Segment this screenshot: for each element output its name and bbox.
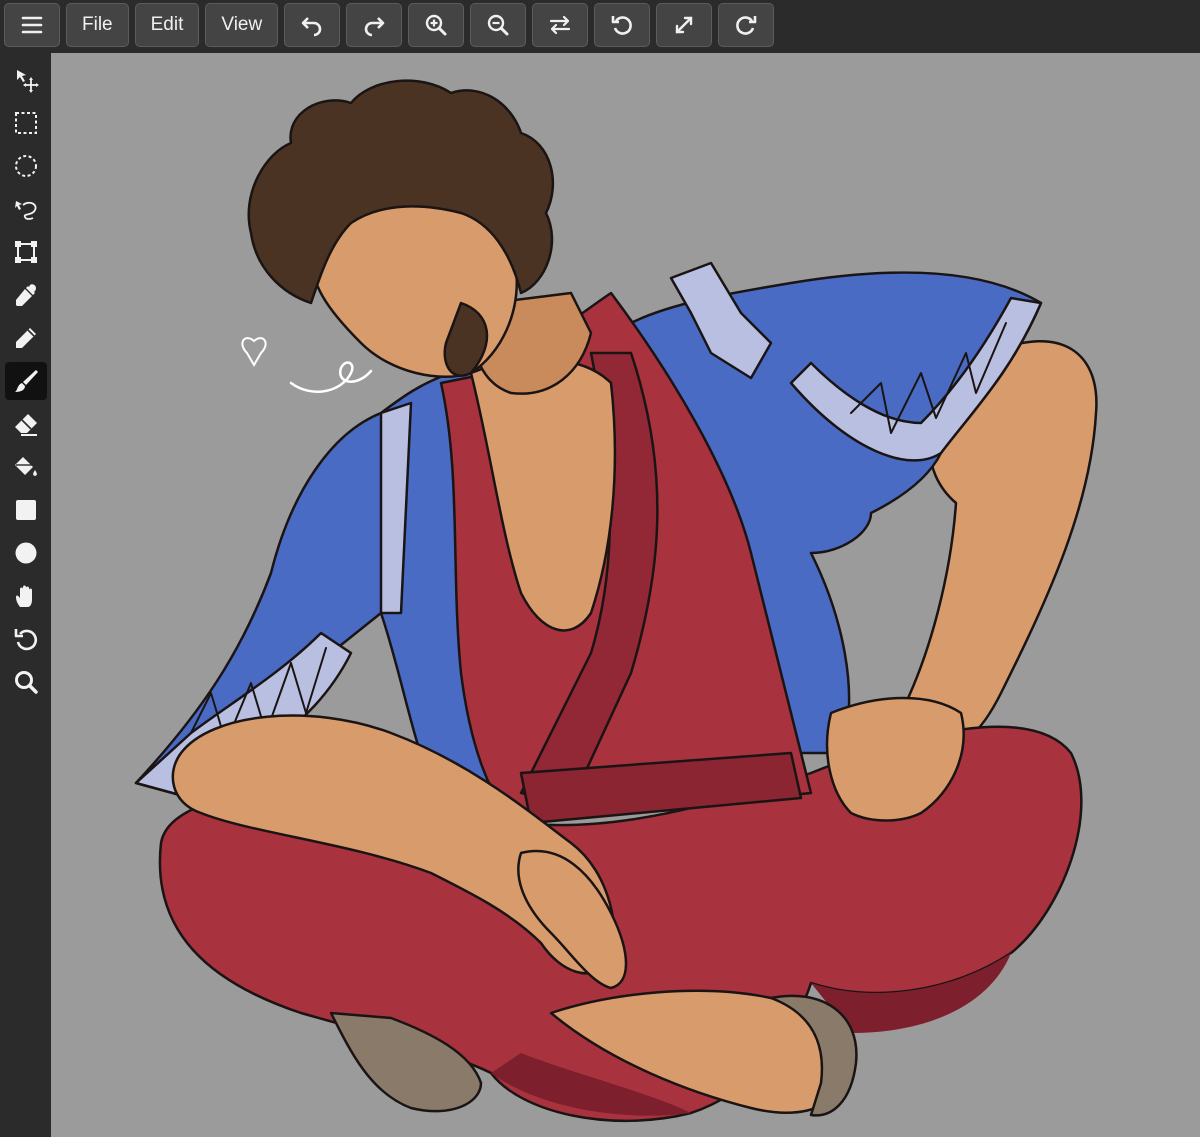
lasso-tool[interactable]: [5, 190, 47, 228]
brush-tool[interactable]: [4, 362, 47, 400]
hand-tool[interactable]: [5, 577, 47, 615]
eyedropper-tool[interactable]: [5, 276, 47, 314]
pencil-tool[interactable]: [5, 319, 47, 357]
rect-select-icon: [14, 112, 37, 134]
transform-tool[interactable]: [5, 233, 47, 271]
move-tool[interactable]: [5, 61, 47, 99]
zoom-tool[interactable]: [5, 663, 47, 701]
edit-menu-button[interactable]: Edit: [134, 3, 200, 47]
lasso-icon: [14, 201, 36, 220]
move-icon: [16, 70, 39, 93]
ellipse-select-icon: [14, 155, 37, 177]
transform-icon: [14, 241, 37, 263]
fit-screen-button[interactable]: [656, 3, 713, 47]
hamburger-menu-icon: [21, 16, 43, 34]
view-menu-button[interactable]: View: [205, 3, 279, 47]
eraser-tool[interactable]: [5, 405, 47, 443]
main-menu-button[interactable]: [4, 3, 60, 47]
ellipse-icon: [15, 542, 36, 564]
flip-horizontal-icon: [550, 15, 571, 35]
eyedropper-icon: [15, 284, 36, 306]
brush-icon: [14, 370, 38, 392]
magnifier-icon: [14, 671, 38, 694]
zoom-in-button[interactable]: [408, 3, 465, 47]
rotate-left-icon: [611, 16, 633, 35]
zoom-in-icon: [426, 14, 447, 36]
artwork-illustration: [134, 79, 1098, 1123]
paint-bucket-tool[interactable]: [5, 448, 47, 486]
rotate-view-icon: [14, 629, 37, 651]
undo-icon: [301, 17, 322, 37]
pencil-icon: [15, 328, 36, 348]
undo-button[interactable]: [284, 3, 341, 47]
ellipse-tool[interactable]: [5, 534, 47, 572]
zoom-out-button[interactable]: [470, 3, 527, 47]
rotate-right-button[interactable]: [718, 3, 775, 47]
hand-icon: [15, 585, 32, 607]
rectangle-icon: [15, 500, 36, 520]
flip-horizontal-button[interactable]: [532, 3, 589, 47]
rectangle-tool[interactable]: [5, 491, 47, 529]
rect-select-tool[interactable]: [5, 104, 47, 142]
drawing-canvas[interactable]: [51, 53, 1200, 1137]
zoom-out-icon: [488, 14, 509, 36]
fit-screen-icon: [676, 16, 693, 34]
paint-bucket-icon: [14, 457, 37, 476]
top-toolbar: File Edit View: [0, 0, 1200, 53]
ellipse-select-tool[interactable]: [5, 147, 47, 185]
rotate-right-icon: [736, 16, 757, 35]
eraser-icon: [14, 414, 37, 436]
tool-palette: [0, 53, 51, 1137]
rotate-left-button[interactable]: [594, 3, 651, 47]
file-menu-button[interactable]: File: [66, 3, 129, 47]
redo-button[interactable]: [346, 3, 403, 47]
rotate-view-tool[interactable]: [5, 620, 47, 658]
redo-icon: [364, 17, 385, 37]
